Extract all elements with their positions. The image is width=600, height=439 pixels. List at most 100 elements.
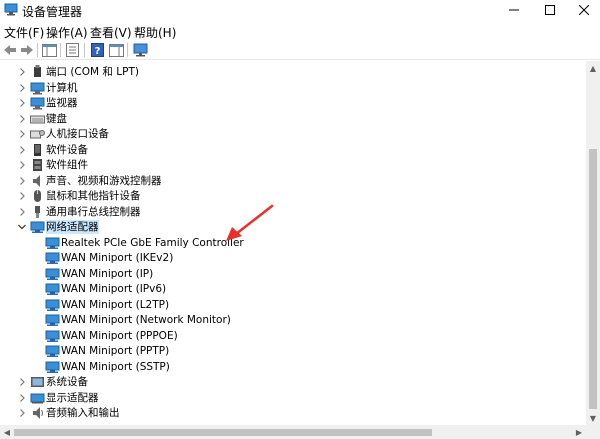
menu-help[interactable]: 帮助(H) [134, 24, 176, 41]
properties-button[interactable] [64, 42, 80, 58]
network-adapter-icon [45, 237, 60, 249]
tree-item-label: WAN Miniport (Network Monitor) [61, 314, 231, 326]
vertical-scroll-thumb[interactable] [589, 149, 597, 409]
minimize-button[interactable] [496, 0, 532, 20]
tree-category-item[interactable]: 声音、视频和游戏控制器 [0, 173, 586, 189]
horizontal-scrollbar[interactable]: ◀ ▶ [0, 425, 586, 439]
tree-category-item[interactable]: 监视器 [0, 95, 586, 111]
tree-item-label: 人机接口设备 [46, 128, 109, 140]
chevron-down-icon[interactable] [18, 222, 26, 232]
monitor-scan-icon [133, 43, 147, 57]
menu-view[interactable]: 查看(V) [90, 24, 132, 41]
show-hide-console-tree-button[interactable] [41, 42, 57, 58]
chevron-right-icon[interactable] [18, 408, 26, 418]
scroll-left-arrow-icon[interactable]: ◀ [0, 425, 14, 439]
tree-category-item[interactable]: 网络适配器 [0, 219, 586, 235]
back-arrow-icon [4, 45, 16, 55]
action-pane-button[interactable] [108, 42, 124, 58]
tree-category-item[interactable]: 键盘 [0, 111, 586, 127]
network-adapter-icon [45, 283, 60, 295]
chevron-right-icon[interactable] [18, 98, 26, 108]
horizontal-scroll-thumb[interactable] [14, 429, 432, 436]
tree-item-label: 监视器 [46, 97, 78, 109]
display-adapter-icon [30, 393, 45, 403]
toolbar-separator [127, 43, 128, 57]
chevron-right-icon[interactable] [18, 83, 26, 93]
tree-device-item[interactable]: WAN Miniport (PPPOE) [0, 328, 586, 344]
chevron-right-icon[interactable] [18, 114, 26, 124]
network-adapter-icon [45, 345, 60, 357]
scan-hardware-button[interactable] [132, 42, 148, 58]
forward-arrow-icon [21, 45, 33, 55]
tree-category-item[interactable]: 软件组件 [0, 157, 586, 173]
menu-action[interactable]: 操作(A) [46, 24, 88, 41]
tree-item-label: 音频输入和输出 [46, 407, 120, 419]
chevron-right-icon[interactable] [18, 207, 26, 217]
action-pane-icon [108, 43, 124, 57]
tree-category-item[interactable]: 通用串行总线控制器 [0, 204, 586, 220]
help-button[interactable]: ? [89, 42, 105, 58]
tree-category-item[interactable]: 鼠标和其他指针设备 [0, 188, 586, 204]
tree-item-label: WAN Miniport (PPTP) [61, 345, 170, 357]
tree-item-label: 鼠标和其他指针设备 [46, 190, 141, 202]
close-button[interactable] [566, 0, 600, 20]
mouse-icon [34, 190, 41, 202]
tree-category-item[interactable]: 显示适配器 [0, 390, 586, 406]
tree-category-item[interactable]: 端口 (COM 和 LPT) [0, 64, 586, 80]
menu-bar: 文件(F) 操作(A) 查看(V) 帮助(H) [0, 21, 600, 41]
tree-device-item[interactable]: WAN Miniport (IP) [0, 266, 586, 282]
tree-device-item[interactable]: WAN Miniport (PPTP) [0, 343, 586, 359]
tree-item-label: WAN Miniport (SSTP) [61, 360, 170, 373]
tree-device-item[interactable]: WAN Miniport (IPv6) [0, 281, 586, 297]
tree-item-label: 软件组件 [46, 159, 88, 171]
tree-item-label: WAN Miniport (L2TP) [61, 298, 170, 311]
console-tree-icon [41, 43, 57, 57]
tree-category-item[interactable]: 计算机 [0, 80, 586, 96]
tree-category-item[interactable]: 音频输入和输出 [0, 405, 586, 421]
chevron-right-icon[interactable] [18, 67, 26, 77]
tree-item-label: 显示适配器 [46, 391, 99, 404]
keyboard-icon [30, 115, 45, 123]
tree-item-label: 网络适配器 [46, 220, 99, 234]
tree-item-label: 系统设备 [46, 376, 88, 388]
scrollbar-corner [586, 425, 600, 439]
tree-device-item[interactable]: Realtek PCIe GbE Family Controller [0, 235, 586, 251]
software-device-icon [34, 143, 41, 156]
title-bar: 设备管理器 [0, 0, 600, 20]
tree-device-item[interactable]: WAN Miniport (L2TP) [0, 297, 586, 313]
tree-device-item[interactable]: WAN Miniport (SSTP) [0, 359, 586, 375]
chevron-right-icon[interactable] [18, 393, 26, 403]
network-adapter-icon [30, 221, 45, 233]
tree-category-item[interactable]: 软件设备 [0, 142, 586, 158]
tree-item-label: 软件设备 [46, 143, 88, 156]
vertical-scrollbar[interactable]: ▲ ▼ [586, 61, 600, 425]
chevron-right-icon[interactable] [18, 129, 26, 139]
tree-category-item[interactable]: 人机接口设备 [0, 126, 586, 142]
chevron-right-icon[interactable] [18, 176, 26, 186]
scroll-right-arrow-icon[interactable]: ▶ [572, 425, 586, 439]
close-icon [579, 5, 589, 15]
tree-device-item[interactable]: WAN Miniport (IKEv2) [0, 250, 586, 266]
software-component-icon [33, 159, 42, 171]
device-manager-icon [4, 3, 18, 16]
toolbar-separator [60, 43, 61, 57]
tree-device-item[interactable]: WAN Miniport (Network Monitor) [0, 312, 586, 328]
chevron-right-icon[interactable] [18, 377, 26, 387]
chevron-right-icon[interactable] [18, 191, 26, 201]
speaker-icon [33, 407, 43, 419]
monitor-icon [30, 97, 45, 110]
tree-category-item[interactable]: 系统设备 [0, 374, 586, 390]
tree-item-label: WAN Miniport (IP) [61, 267, 154, 280]
scroll-up-arrow-icon[interactable]: ▲ [586, 61, 600, 75]
chevron-right-icon[interactable] [18, 145, 26, 155]
scroll-down-arrow-icon[interactable]: ▼ [586, 411, 600, 425]
forward-button[interactable] [19, 42, 35, 58]
chevron-right-icon[interactable] [18, 160, 26, 170]
back-button[interactable] [2, 42, 18, 58]
properties-icon [65, 43, 79, 57]
network-adapter-icon [45, 330, 60, 342]
menu-file[interactable]: 文件(F) [4, 24, 44, 41]
port-icon [34, 65, 41, 77]
maximize-icon [545, 5, 555, 15]
maximize-button[interactable] [532, 0, 568, 20]
